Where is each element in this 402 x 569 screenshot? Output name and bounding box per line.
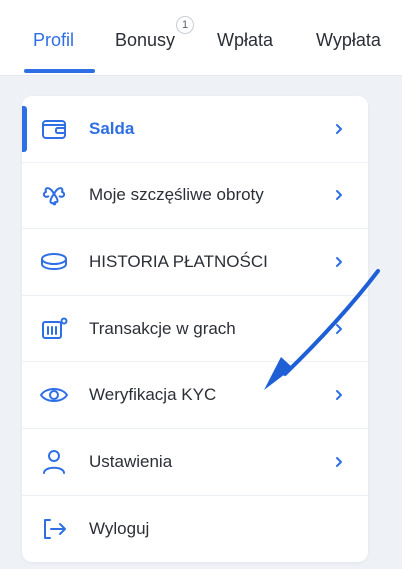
menu-item-game-transactions[interactable]: Transakcje w grach (22, 296, 368, 363)
menu-item-payment-history[interactable]: HISTORIA PŁATNOŚCI (22, 229, 368, 296)
wallet-icon (39, 115, 69, 143)
menu-item-label: HISTORIA PŁATNOŚCI (89, 251, 268, 271)
active-item-indicator (22, 106, 27, 152)
logout-icon (39, 515, 69, 543)
menu-item-settings[interactable]: Ustawienia (22, 429, 368, 496)
menu-item-salda[interactable]: Salda (22, 96, 368, 163)
chevron-right-icon (334, 321, 344, 337)
coin-icon (39, 248, 69, 276)
account-tabs: Profil Bonusy 1 Wpłata Wypłata (0, 0, 402, 76)
bonus-count-badge: 1 (176, 16, 194, 34)
chevron-right-icon (334, 387, 344, 403)
menu-item-kyc-verification[interactable]: Weryfikacja KYC (22, 362, 368, 429)
eye-icon (39, 381, 69, 409)
tab-wyplata[interactable]: Wypłata (316, 30, 381, 51)
chevron-right-icon (334, 187, 344, 203)
menu-item-logout[interactable]: Wyloguj (22, 496, 368, 562)
profile-page: Profil Bonusy 1 Wpłata Wypłata Salda Moj… (0, 0, 402, 569)
chevron-right-icon (334, 254, 344, 270)
menu-item-label: Transakcje w grach (89, 318, 236, 338)
game-stats-icon (39, 315, 69, 343)
active-tab-indicator (24, 69, 95, 73)
tab-wplata[interactable]: Wpłata (217, 30, 273, 51)
menu-item-label: Ustawienia (89, 451, 173, 471)
chevron-right-icon (334, 121, 344, 137)
tab-profil[interactable]: Profil (33, 30, 74, 51)
menu-item-label: Moje szczęśliwe obroty (89, 185, 264, 205)
menu-item-label: Wyloguj (89, 518, 150, 538)
menu-item-label: Salda (89, 118, 135, 138)
user-icon (39, 448, 69, 476)
clover-icon (39, 181, 69, 209)
tab-bonusy[interactable]: Bonusy (115, 30, 175, 51)
menu-item-lucky-spins[interactable]: Moje szczęśliwe obroty (22, 163, 368, 230)
chevron-right-icon (334, 454, 344, 470)
menu-item-label: Weryfikacja KYC (89, 385, 217, 405)
profile-menu: Salda Moje szczęśliwe obroty HISTORIA PŁ… (22, 96, 368, 562)
